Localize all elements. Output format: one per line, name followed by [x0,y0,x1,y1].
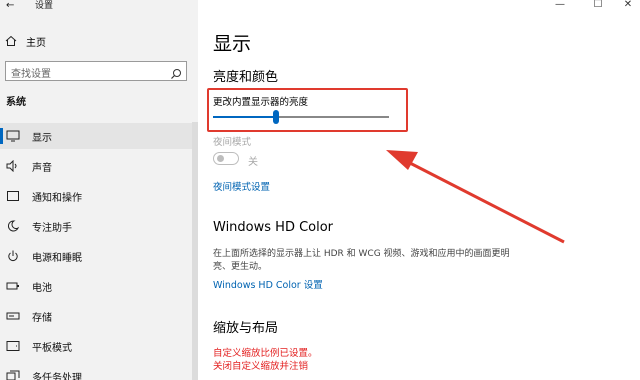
speaker-icon [6,160,20,172]
disable-custom-scale-link[interactable]: 关闭自定义缩放并注销 [213,358,308,372]
sidebar-item-label: 通知和操作 [32,192,82,204]
sidebar-item-battery[interactable]: 电池 [0,273,198,299]
sidebar-item-display[interactable]: 显示 [0,123,198,149]
sidebar-item-label: 电池 [32,282,52,294]
night-light-label: 夜间模式 [213,137,252,148]
sidebar-item-multitasking[interactable]: 多任务处理 [0,363,198,380]
sidebar-item-label: 专注助手 [32,222,72,234]
search-input[interactable]: 查找设置 [5,61,187,81]
close-button[interactable]: ✕ [616,0,640,12]
home-label: 主页 [26,37,46,49]
sidebar-item-label: 显示 [32,132,52,144]
toggle-knob [217,155,224,162]
night-light-toggle[interactable] [213,152,239,165]
sidebar: ← 设置 主页 查找设置 系统 显示 声音 通知和操作 专注助手 电源和睡眠 电… [0,0,198,380]
section-label-system: 系统 [6,97,26,108]
hdr-heading: Windows HD Color [213,220,334,235]
home-icon [5,35,17,47]
sidebar-item-label: 电源和睡眠 [32,252,82,264]
annotation-arrow-icon [386,150,565,244]
hdr-description: 在上面所选择的显示器上让 HDR 和 WCG 视频、游戏和应用中的画面更明亮、更… [213,249,510,272]
page-title: 显示 [213,33,252,55]
monitor-icon [6,130,20,142]
sidebar-item-power[interactable]: 电源和睡眠 [0,243,198,269]
sidebar-item-notifications[interactable]: 通知和操作 [0,183,198,209]
home-link[interactable]: 主页 [5,32,155,50]
sidebar-item-storage[interactable]: 存储 [0,303,198,329]
annotation-highlight-box [207,88,408,132]
sidebar-item-label: 多任务处理 [32,372,82,380]
hdr-settings-link[interactable]: Windows HD Color 设置 [213,277,323,291]
scale-layout-heading: 缩放与布局 [213,321,279,336]
sidebar-item-focus-assist[interactable]: 专注助手 [0,213,198,239]
sidebar-item-label: 平板模式 [32,342,72,354]
multitask-icon [6,370,20,380]
night-light-state: 关 [248,157,258,168]
sidebar-item-label: 声音 [32,162,52,174]
sidebar-item-label: 存储 [32,312,52,324]
brightness-heading: 亮度和颜色 [213,70,279,85]
search-icon[interactable] [170,65,182,79]
search-placeholder: 查找设置 [11,69,51,80]
storage-icon [6,310,20,322]
tablet-icon [6,340,20,352]
sidebar-item-sound[interactable]: 声音 [0,153,198,179]
back-arrow-icon[interactable]: ← [6,0,14,12]
night-light-settings-link[interactable]: 夜间模式设置 [213,179,270,193]
moon-icon [6,220,20,232]
maximize-button[interactable]: ☐ [586,0,610,12]
minimize-button[interactable]: — [548,0,572,12]
custom-scale-note: 自定义缩放比例已设置。 [213,348,318,359]
battery-icon [6,280,20,292]
notification-icon [6,190,20,202]
sidebar-scrollbar[interactable] [192,122,198,380]
power-icon [6,250,20,262]
window-title: 设置 [35,1,54,11]
sidebar-item-tablet-mode[interactable]: 平板模式 [0,333,198,359]
